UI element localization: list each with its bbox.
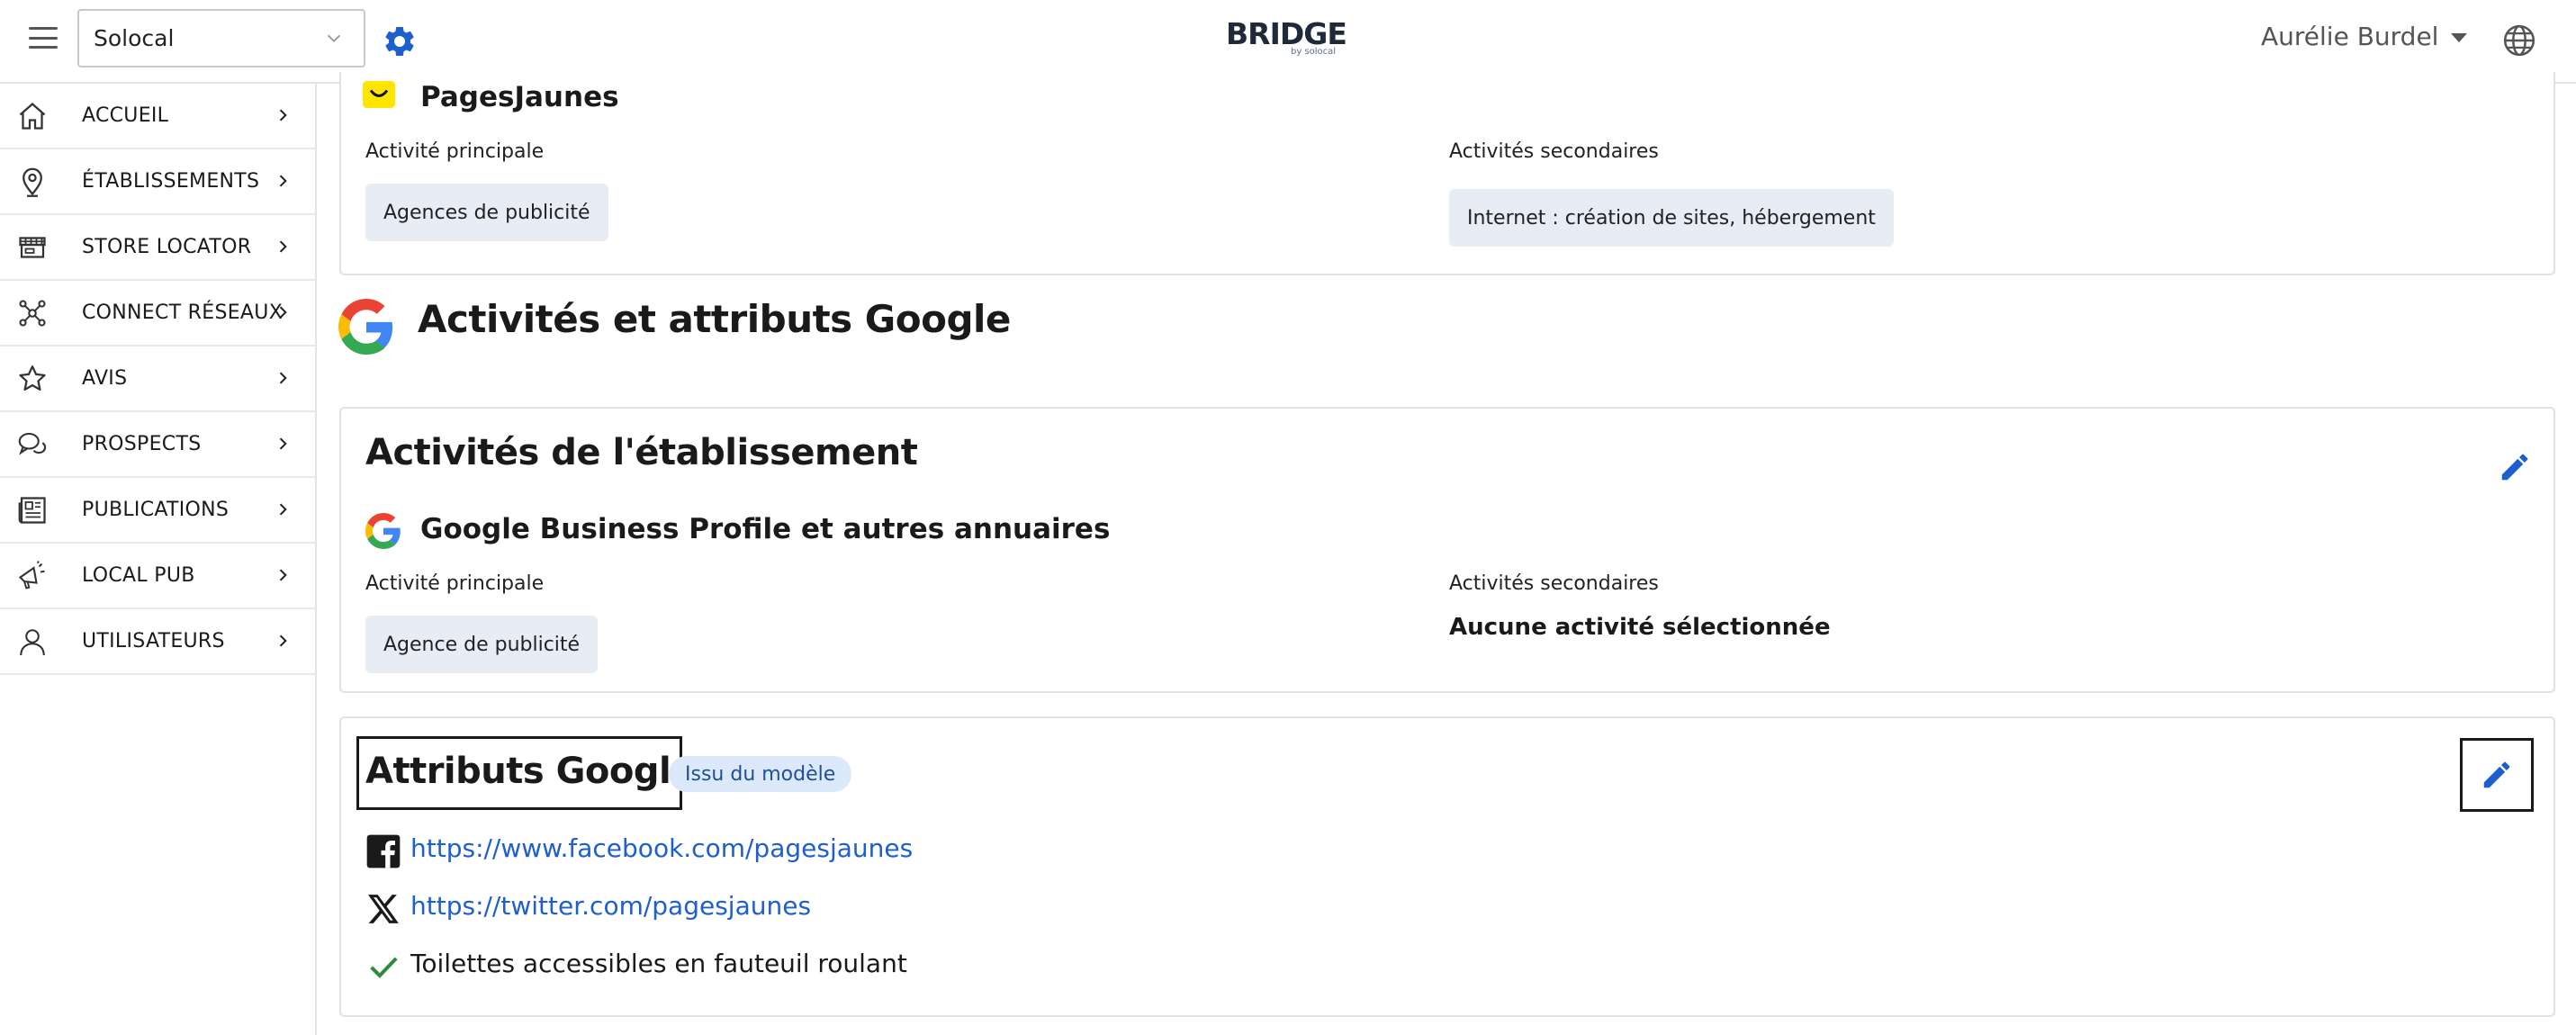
accessibility-attribute: Toilettes accessibles en fauteuil roulan… xyxy=(410,949,907,978)
secondary-activities-label: Activités secondaires xyxy=(1449,572,1659,595)
facebook-link[interactable]: https://www.facebook.com/pagesjaunes xyxy=(410,833,913,863)
secondary-activities-label: Activités secondaires xyxy=(1449,140,1659,163)
chevron-right-icon xyxy=(279,634,287,647)
source-title: PagesJaunes xyxy=(420,81,619,113)
facebook-icon xyxy=(366,834,401,868)
template-badge: Issu du modèle xyxy=(669,756,852,792)
logo-subtext: by solocal xyxy=(1291,47,1337,57)
location-pin-icon xyxy=(23,167,42,197)
newspaper-icon xyxy=(18,497,46,524)
source-title: Google Business Profile et autres annuai… xyxy=(420,513,1111,545)
google-section-title: Activités et attributs Google xyxy=(418,297,1011,341)
main-activity-label: Activité principale xyxy=(365,572,545,595)
sidebar-nav: ACCUEIL ÉTABLISSEMENTS STORE LOCATOR CON… xyxy=(0,84,317,1035)
sidebar-item-label: PUBLICATIONS xyxy=(82,499,230,521)
chevron-right-icon xyxy=(279,372,287,384)
sidebar-item-label: ACCUEIL xyxy=(82,104,169,127)
chevron-right-icon xyxy=(279,109,287,122)
home-icon xyxy=(19,102,46,130)
chevron-down-icon xyxy=(327,34,341,43)
edit-pencil-icon[interactable] xyxy=(2498,450,2532,484)
user-menu[interactable]: Aurélie Burdel xyxy=(2261,22,2468,51)
chevron-right-icon xyxy=(279,569,287,581)
sidebar-item-prospects[interactable]: PROSPECTS xyxy=(0,412,315,478)
gear-icon[interactable] xyxy=(382,23,418,59)
chevron-right-icon xyxy=(279,503,287,516)
sidebar-item-avis[interactable]: AVIS xyxy=(0,346,315,412)
sidebar-item-connect-reseaux[interactable]: CONNECT RÉSEAUX xyxy=(0,281,315,346)
organization-select-value: Solocal xyxy=(94,25,175,51)
pagesjaunes-logo-icon xyxy=(363,81,395,108)
sidebar-item-label: STORE LOCATOR xyxy=(82,236,252,258)
main-activity-label: Activité principale xyxy=(365,140,545,163)
globe-icon[interactable] xyxy=(2502,23,2536,58)
sidebar-item-label: CONNECT RÉSEAUX xyxy=(82,302,284,324)
chevron-right-icon xyxy=(279,306,287,319)
pagesjaunes-activities-card: PagesJaunes Activité principale Agences … xyxy=(339,72,2555,275)
activities-card-title: Activités de l'établissement xyxy=(365,432,918,473)
sidebar-item-local-pub[interactable]: LOCAL PUB xyxy=(0,544,315,609)
establishment-activities-card: Activités de l'établissement Google Busi… xyxy=(339,407,2555,693)
megaphone-icon xyxy=(18,561,45,590)
main-activity-chip: Agence de publicité xyxy=(365,616,599,673)
google-attributes-card: Attributs Google Issu du modèle https://… xyxy=(339,716,2555,1017)
main-activity-chip: Agences de publicité xyxy=(365,184,608,241)
sidebar-item-label: ÉTABLISSEMENTS xyxy=(82,170,260,193)
attributes-card-title: Attributs Google xyxy=(365,751,695,792)
google-logo-icon xyxy=(365,513,401,549)
menu-icon[interactable] xyxy=(29,27,58,49)
sidebar-item-label: PROSPECTS xyxy=(82,433,202,455)
sidebar-item-store-locator[interactable]: STORE LOCATOR xyxy=(0,215,315,281)
x-twitter-icon xyxy=(368,895,399,923)
user-name: Aurélie Burdel xyxy=(2261,22,2439,51)
bridge-logo[interactable]: BRIDGE by solocal xyxy=(1226,16,1347,59)
sidebar-item-label: AVIS xyxy=(82,367,128,390)
user-icon xyxy=(20,629,45,656)
sidebar-item-accueil[interactable]: ACCUEIL xyxy=(0,84,315,149)
sidebar-item-label: UTILISATEURS xyxy=(82,630,225,652)
network-icon xyxy=(19,300,46,327)
secondary-activity-chip: Internet : création de sites, hébergemen… xyxy=(1449,189,1894,247)
organization-select[interactable]: Solocal xyxy=(77,9,365,68)
caret-down-icon xyxy=(2451,33,2468,42)
chat-bubbles-icon xyxy=(18,432,47,455)
sidebar-item-etablissements[interactable]: ÉTABLISSEMENTS xyxy=(0,149,315,215)
chevron-right-icon xyxy=(279,240,287,253)
sidebar-item-label: LOCAL PUB xyxy=(82,564,195,587)
store-icon xyxy=(19,237,46,258)
sidebar-item-publications[interactable]: PUBLICATIONS xyxy=(0,478,315,544)
edit-pencil-icon[interactable] xyxy=(2480,758,2514,792)
chevron-right-icon xyxy=(279,437,287,450)
twitter-link[interactable]: https://twitter.com/pagesjaunes xyxy=(410,891,811,921)
chevron-right-icon xyxy=(279,175,287,187)
sidebar-item-utilisateurs[interactable]: UTILISATEURS xyxy=(0,609,315,675)
secondary-activities-empty: Aucune activité sélectionnée xyxy=(1449,614,1831,641)
star-icon xyxy=(19,365,46,391)
google-logo-icon xyxy=(338,299,393,355)
checkmark-icon xyxy=(370,957,398,978)
